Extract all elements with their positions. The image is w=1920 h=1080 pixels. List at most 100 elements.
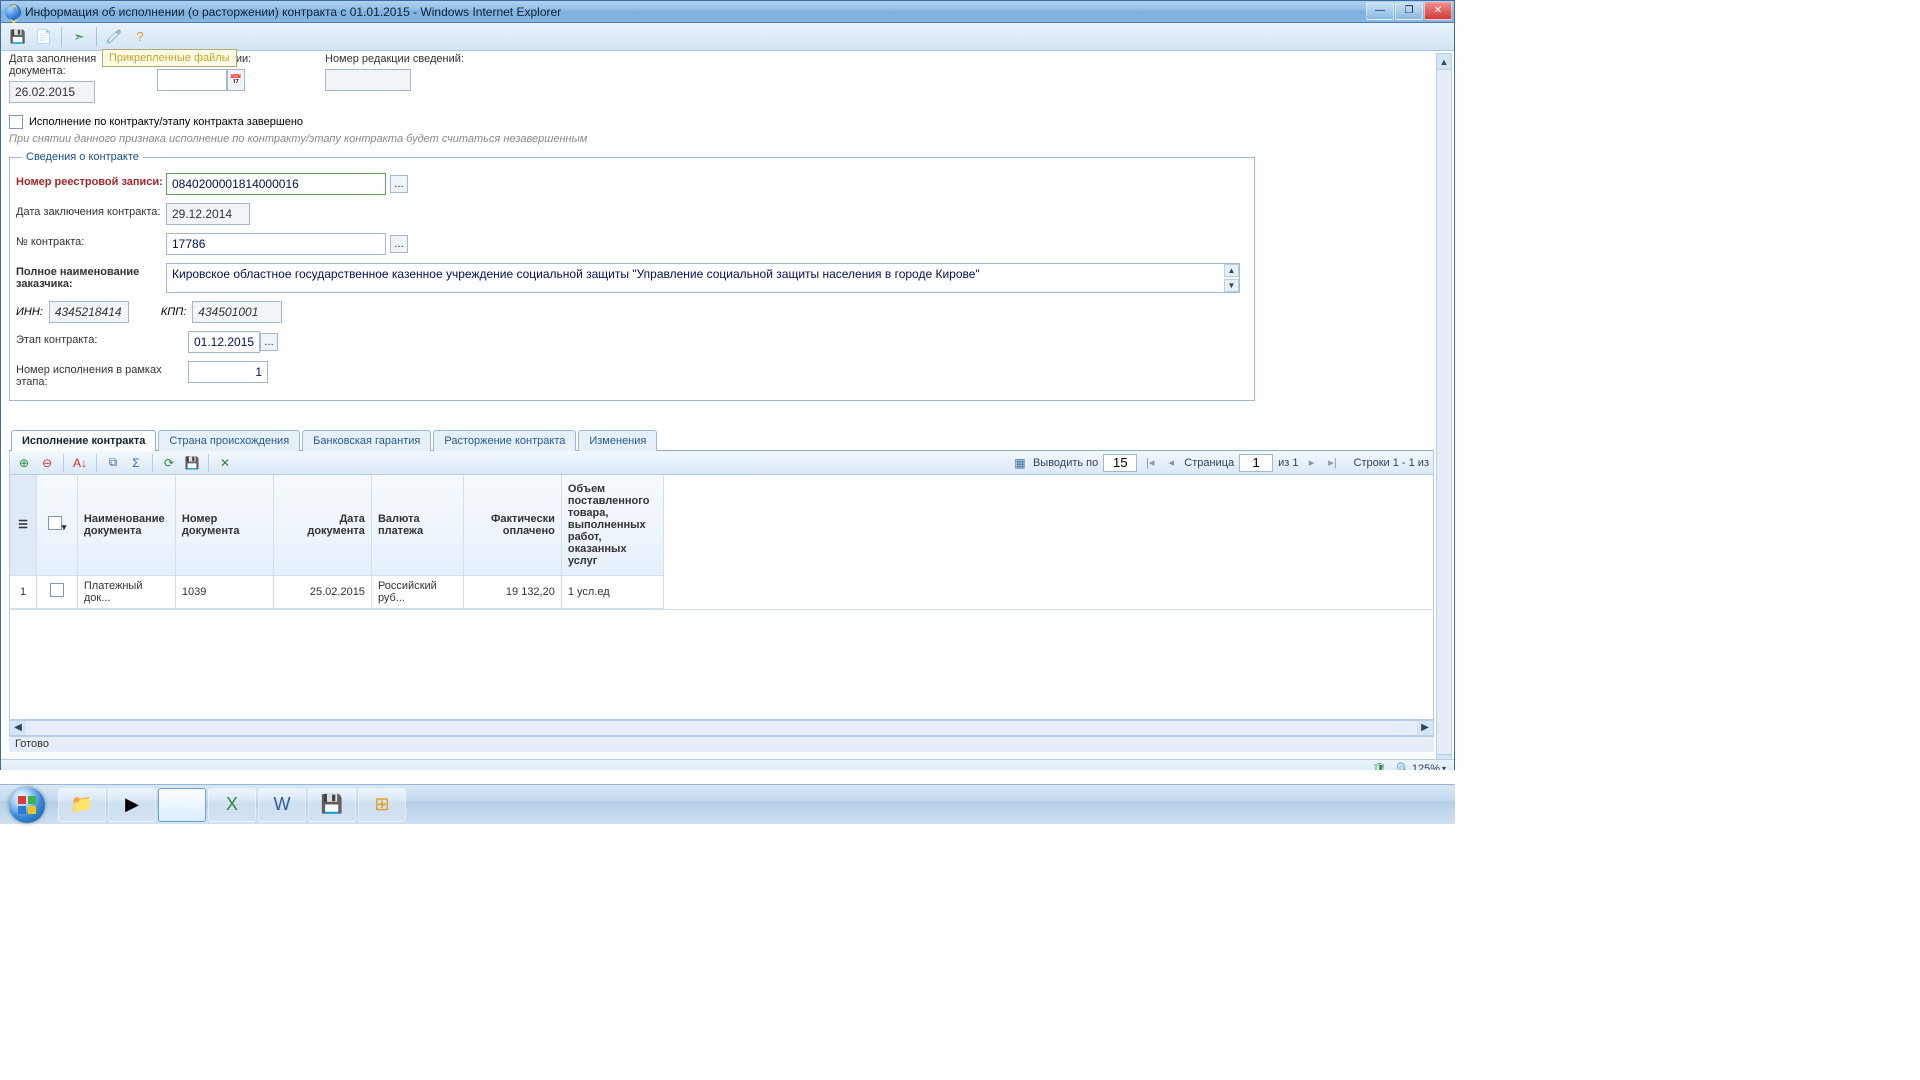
cell-volume: 1 усл.ед bbox=[561, 575, 663, 608]
attachments-tooltip: Прикрепленные файлы bbox=[102, 49, 237, 67]
hscroll-right-icon[interactable]: ▶ bbox=[1417, 721, 1433, 735]
pager-first-button[interactable]: |◂ bbox=[1142, 455, 1158, 471]
content-horizontal-scrollbar[interactable]: ◀ ▶ bbox=[9, 720, 1434, 736]
reg-no-input[interactable] bbox=[166, 173, 386, 195]
windows-taskbar: 📁 ▶ X W 💾 ⊞ bbox=[0, 784, 1455, 824]
contract-info-fieldset: Сведения о контракте Номер реестровой за… bbox=[9, 151, 1255, 401]
cell-paid: 19 132,20 bbox=[463, 575, 561, 608]
grid-header-volume[interactable]: Объем поставленного товара, выполненных … bbox=[561, 475, 663, 575]
documents-grid: ☰ ▾ Наименование документа Номер докумен… bbox=[9, 475, 1434, 720]
tabs-bar: Исполнение контракта Страна происхождени… bbox=[9, 429, 1434, 451]
page-input[interactable] bbox=[1239, 454, 1273, 472]
cell-doc-num: 1039 bbox=[175, 575, 273, 608]
grid-refresh-button[interactable]: ⟳ bbox=[159, 453, 179, 473]
conclusion-date-label: Дата заключения контракта: bbox=[16, 203, 166, 218]
fill-date-input[interactable] bbox=[9, 81, 95, 103]
reg-no-lookup-button[interactable]: … bbox=[390, 175, 408, 193]
grid-header-checkbox[interactable]: ▾ bbox=[37, 475, 78, 575]
page-label: Страница bbox=[1184, 457, 1234, 469]
vscroll-up-icon[interactable]: ▲ bbox=[1437, 54, 1451, 70]
pager-next-button[interactable]: ▸ bbox=[1304, 455, 1320, 471]
taskbar-excel-icon[interactable]: X bbox=[208, 788, 256, 822]
inn-input[interactable] bbox=[49, 301, 129, 323]
taskbar-word-icon[interactable]: W bbox=[258, 788, 306, 822]
attachments-button[interactable]: 🧷 Прикрепленные файлы bbox=[103, 26, 125, 48]
page-of-label: из 1 bbox=[1278, 457, 1298, 469]
stage-lookup-button[interactable]: … bbox=[260, 333, 278, 351]
reg-date-calendar-icon[interactable]: 📅 bbox=[227, 69, 245, 91]
revision-input[interactable] bbox=[325, 69, 411, 91]
main-content: Дата заполнения документа: Дата регистра… bbox=[9, 53, 1434, 787]
save-button[interactable]: 💾 bbox=[7, 26, 29, 48]
reg-date-input[interactable] bbox=[157, 69, 227, 91]
grid-empty-area bbox=[10, 609, 1433, 719]
tab-changes[interactable]: Изменения bbox=[578, 430, 657, 451]
cell-doc-name: Платежный док... bbox=[77, 575, 175, 608]
hscroll-left-icon[interactable]: ◀ bbox=[10, 721, 26, 735]
new-doc-button[interactable]: 📄 bbox=[33, 26, 55, 48]
window-titlebar: Информация об исполнении (о расторжении)… bbox=[1, 1, 1454, 23]
windows-orb-icon bbox=[9, 787, 45, 823]
grid-delete-button[interactable]: ⊖ bbox=[37, 453, 57, 473]
status-ready: Готово bbox=[15, 738, 49, 750]
cell-rownum: 1 bbox=[10, 575, 37, 608]
send-button[interactable]: ➣ bbox=[68, 26, 90, 48]
grid-sum-button[interactable]: Σ bbox=[126, 453, 146, 473]
contract-no-lookup-button[interactable]: … bbox=[390, 235, 408, 253]
grid-header-name[interactable]: Наименование документа bbox=[77, 475, 175, 575]
tab-bank-guarantee[interactable]: Банковская гарантия bbox=[302, 430, 431, 451]
contract-no-input[interactable] bbox=[166, 233, 386, 255]
grid-header-paid[interactable]: Фактически оплачено bbox=[463, 475, 561, 575]
contract-info-legend: Сведения о контракте bbox=[22, 151, 143, 163]
app-toolbar: 💾 📄 ➣ 🧷 Прикрепленные файлы ? bbox=[1, 23, 1454, 51]
minimize-button[interactable]: — bbox=[1366, 2, 1394, 20]
stage-input[interactable] bbox=[188, 331, 260, 353]
table-row[interactable]: 1 Платежный док... 1039 25.02.2015 Росси… bbox=[10, 575, 664, 608]
grid-header-currency[interactable]: Валюта платежа bbox=[371, 475, 463, 575]
kpp-input[interactable] bbox=[192, 301, 282, 323]
taskbar-ie-icon[interactable] bbox=[158, 788, 206, 822]
pager-last-button[interactable]: ▸| bbox=[1325, 455, 1341, 471]
vertical-scrollbar[interactable]: ▲ ▼ bbox=[1436, 53, 1452, 771]
grid-header-num[interactable]: Номер документа bbox=[175, 475, 273, 575]
exec-no-label: Номер исполнения в рамках этапа: bbox=[16, 361, 166, 388]
taskbar-app-icon[interactable]: ⊞ bbox=[358, 788, 406, 822]
grid-settings-button[interactable]: ▦ bbox=[1010, 453, 1030, 473]
grid-copy-button[interactable]: ⧉ bbox=[103, 453, 123, 473]
tab-execution[interactable]: Исполнение контракта bbox=[11, 430, 156, 451]
grid-save-button[interactable]: 💾 bbox=[182, 453, 202, 473]
app-statusbar: Готово bbox=[9, 736, 1434, 752]
execution-complete-hint: При снятии данного признака исполнение п… bbox=[9, 133, 1434, 145]
grid-pager: Выводить по |◂ ◂ Страница из 1 ▸ ▸| Стро… bbox=[1033, 454, 1429, 472]
cell-currency: Российский руб... bbox=[371, 575, 463, 608]
taskbar-explorer-icon[interactable]: 📁 bbox=[58, 788, 106, 822]
reg-no-label: Номер реестровой записи: bbox=[16, 173, 166, 188]
show-by-input[interactable] bbox=[1103, 454, 1137, 472]
tab-origin-country[interactable]: Страна происхождения bbox=[158, 430, 300, 451]
cell-doc-date: 25.02.2015 bbox=[273, 575, 371, 608]
help-button[interactable]: ? bbox=[129, 26, 151, 48]
exec-no-input[interactable] bbox=[188, 361, 268, 383]
customer-scroll-down-icon[interactable]: ▼ bbox=[1224, 279, 1239, 292]
stage-label: Этап контракта: bbox=[16, 331, 166, 346]
start-button[interactable] bbox=[0, 785, 54, 825]
row-checkbox[interactable] bbox=[50, 583, 64, 597]
execution-complete-checkbox[interactable] bbox=[9, 115, 23, 129]
pager-prev-button[interactable]: ◂ bbox=[1163, 455, 1179, 471]
maximize-button[interactable]: ❐ bbox=[1395, 2, 1423, 20]
taskbar-save-icon[interactable]: 💾 bbox=[308, 788, 356, 822]
kpp-label: КПП: bbox=[161, 306, 186, 318]
customer-textarea[interactable]: Кировское областное государственное казе… bbox=[166, 263, 1240, 293]
conclusion-date-input[interactable] bbox=[166, 203, 250, 225]
close-button[interactable]: ✕ bbox=[1424, 2, 1452, 20]
grid-header-rownum[interactable]: ☰ bbox=[10, 475, 37, 575]
grid-sort-button[interactable]: A↓ bbox=[70, 453, 90, 473]
taskbar-mediaplayer-icon[interactable]: ▶ bbox=[108, 788, 156, 822]
grid-excel-button[interactable]: ✕ bbox=[215, 453, 235, 473]
customer-label: Полное наименование заказчика: bbox=[16, 263, 166, 290]
grid-header-date[interactable]: Дата документа bbox=[273, 475, 371, 575]
customer-scroll-up-icon[interactable]: ▲ bbox=[1224, 264, 1239, 277]
tab-termination[interactable]: Расторжение контракта bbox=[433, 430, 576, 451]
show-by-label: Выводить по bbox=[1033, 457, 1098, 469]
grid-add-button[interactable]: ⊕ bbox=[14, 453, 34, 473]
